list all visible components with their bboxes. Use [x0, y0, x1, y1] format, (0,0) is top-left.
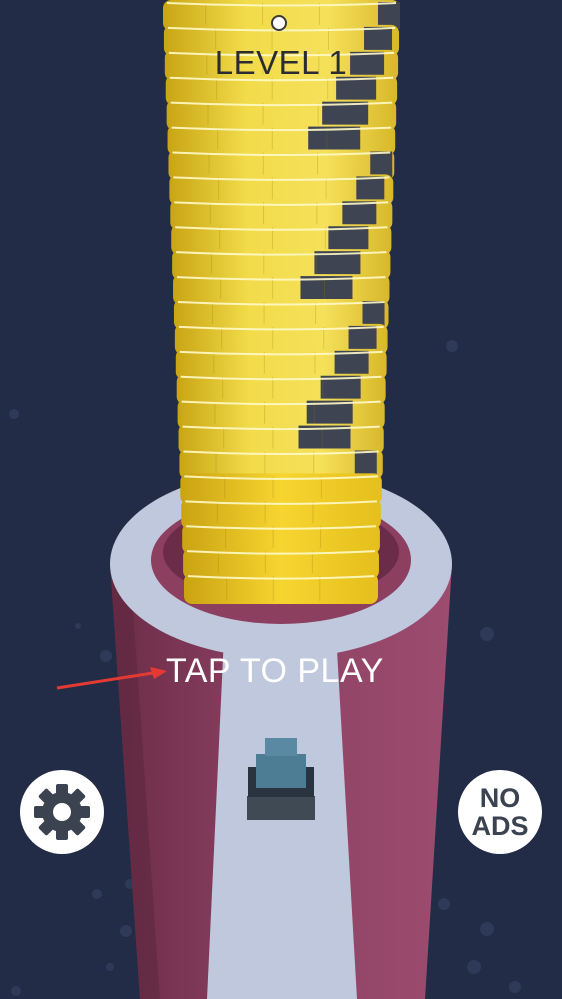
stack-ring-dark-segment [348, 325, 377, 353]
game-scene[interactable] [0, 0, 562, 999]
stack-ring-dark-segment [354, 450, 377, 478]
stack-ring-dark-segment [342, 201, 377, 229]
stack-ring-dark-segment [370, 151, 393, 179]
tutorial-arrow-icon [56, 667, 167, 690]
stack-ring-dark-segment [362, 301, 385, 328]
no-ads-line2: ADS [471, 811, 529, 841]
stack-ring-dark-segment [320, 375, 361, 403]
stack-ring-dark-segment [322, 101, 369, 129]
no-ads-line1: NO [479, 783, 521, 813]
stack-ring-dark-segment [334, 350, 369, 378]
settings-button[interactable] [20, 770, 104, 854]
stack-ring-dark-segment [328, 226, 369, 254]
gear-icon [34, 784, 90, 840]
stack-ring-dark-segment [378, 2, 400, 29]
tap-to-play-label[interactable]: TAP TO PLAY [166, 652, 384, 691]
no-ads-button[interactable]: NO ADS [458, 770, 542, 854]
level-progress-dot [271, 15, 287, 31]
level-label: LEVEL 1 [214, 44, 348, 81]
ring-stack [163, 0, 400, 604]
stack-ring-dark-segment [356, 176, 385, 204]
